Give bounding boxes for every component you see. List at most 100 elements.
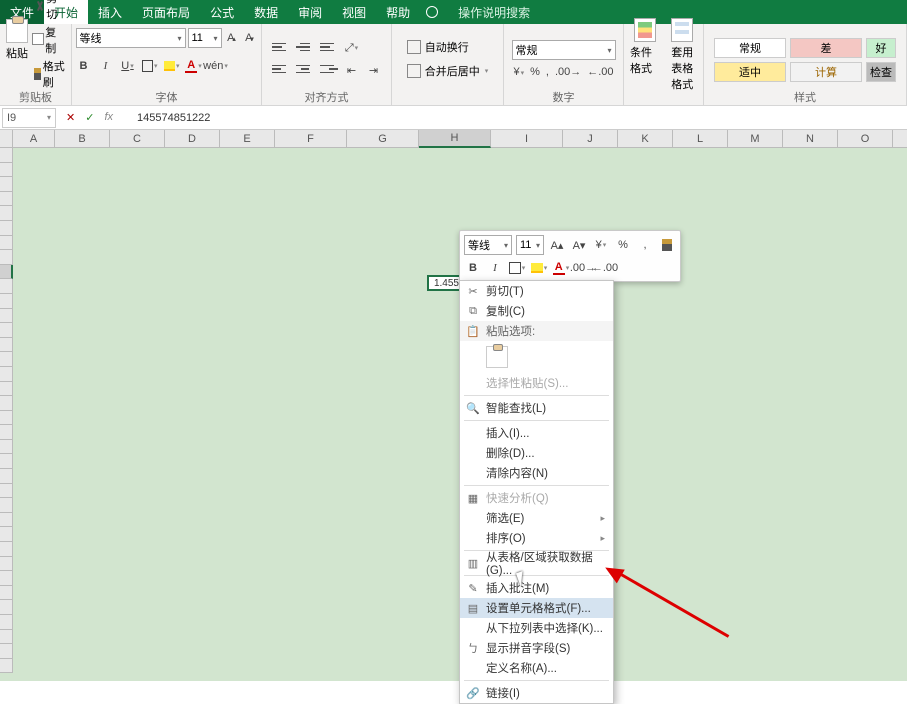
ctx-insert[interactable]: 插入(I)... xyxy=(460,423,613,443)
align-right-button[interactable] xyxy=(320,62,338,76)
mini-dec-decimal[interactable]: ←.00 xyxy=(596,259,614,277)
select-all-corner[interactable] xyxy=(0,130,13,148)
row-header-31[interactable] xyxy=(0,586,13,601)
column-header-J[interactable]: J xyxy=(563,130,618,148)
ctx-sort[interactable]: 排序(O) xyxy=(460,528,613,548)
row-header-5[interactable] xyxy=(0,206,13,221)
mini-percent[interactable]: % xyxy=(614,236,632,254)
cancel-icon[interactable]: ✕ xyxy=(66,111,75,124)
ctx-define-name[interactable]: 定义名称(A)... xyxy=(460,658,613,678)
ctx-delete[interactable]: 删除(D)... xyxy=(460,443,613,463)
ctx-smart-lookup[interactable]: 🔍智能查找(L) xyxy=(460,398,613,418)
mini-format-painter[interactable] xyxy=(658,236,676,254)
row-header-17[interactable] xyxy=(0,382,13,397)
fill-color-button[interactable]: ▾ xyxy=(164,58,180,74)
row-header-29[interactable] xyxy=(0,557,13,572)
table-format-button[interactable]: 套用 表格格式 xyxy=(668,18,698,92)
phonetic-button[interactable]: wén▾ xyxy=(208,58,224,74)
ctx-get-data[interactable]: ▥从表格/区域获取数据(G)... xyxy=(460,553,613,573)
tab-page-layout[interactable]: 页面布局 xyxy=(132,0,200,24)
row-header-8[interactable] xyxy=(0,250,13,265)
name-box[interactable]: I9▾ xyxy=(2,108,56,128)
bold-button[interactable]: B xyxy=(76,58,92,74)
align-bottom-button[interactable] xyxy=(320,40,338,54)
mini-comma[interactable]: , xyxy=(636,236,654,254)
paste-button[interactable]: 粘贴 xyxy=(6,19,28,61)
mini-italic[interactable]: I xyxy=(486,259,504,277)
style-calculation[interactable]: 计算 xyxy=(790,62,862,82)
ctx-cut[interactable]: ✂剪切(T) xyxy=(460,281,613,301)
column-header-H[interactable]: H xyxy=(419,130,491,148)
align-middle-button[interactable] xyxy=(296,40,314,54)
row-header-2[interactable] xyxy=(0,163,13,178)
column-header-F[interactable]: F xyxy=(275,130,347,148)
row-header-4[interactable] xyxy=(0,192,13,207)
row-header-12[interactable] xyxy=(0,309,13,324)
mini-border[interactable]: ▾ xyxy=(508,259,526,277)
column-header-C[interactable]: C xyxy=(110,130,165,148)
tab-help[interactable]: 帮助 xyxy=(376,0,420,24)
column-header-O[interactable]: O xyxy=(838,130,893,148)
ctx-pick-from-list[interactable]: 从下拉列表中选择(K)... xyxy=(460,618,613,638)
row-header-32[interactable] xyxy=(0,600,13,615)
fx-icon[interactable]: fx xyxy=(104,111,113,124)
indent-inc-button[interactable]: ⇥ xyxy=(366,62,382,78)
conditional-format-button[interactable]: 条件格式 xyxy=(630,18,660,92)
mini-font-color[interactable]: A▾ xyxy=(552,259,570,277)
row-header-14[interactable] xyxy=(0,338,13,353)
decrease-decimal-button[interactable]: ←.00 xyxy=(587,66,613,78)
row-header-30[interactable] xyxy=(0,571,13,586)
row-header-3[interactable] xyxy=(0,177,13,192)
row-header-34[interactable] xyxy=(0,630,13,645)
style-bad[interactable]: 差 xyxy=(790,38,862,58)
tab-view[interactable]: 视图 xyxy=(332,0,376,24)
ctx-filter[interactable]: 筛选(E) xyxy=(460,508,613,528)
comma-button[interactable]: , xyxy=(546,66,549,78)
ctx-format-cells[interactable]: ▤设置单元格格式(F)... xyxy=(460,598,613,618)
column-header-D[interactable]: D xyxy=(165,130,220,148)
style-normal[interactable]: 常规 xyxy=(714,38,786,58)
indent-dec-button[interactable]: ⇤ xyxy=(344,62,360,78)
row-header-6[interactable] xyxy=(0,221,13,236)
row-header-7[interactable] xyxy=(0,236,13,251)
column-header-I[interactable]: I xyxy=(491,130,563,148)
mini-bold[interactable]: B xyxy=(464,259,482,277)
tab-data[interactable]: 数据 xyxy=(244,0,288,24)
mini-font-combo[interactable]: 等线▾ xyxy=(464,235,512,255)
number-format-combo[interactable]: 常规▾ xyxy=(512,40,616,60)
column-header-M[interactable]: M xyxy=(728,130,783,148)
ctx-paste-default[interactable] xyxy=(486,346,508,368)
ctx-link[interactable]: 🔗链接(I) xyxy=(460,683,613,703)
increase-decimal-button[interactable]: .00→ xyxy=(555,66,581,78)
row-header-18[interactable] xyxy=(0,396,13,411)
column-header-N[interactable]: N xyxy=(783,130,838,148)
row-header-20[interactable] xyxy=(0,425,13,440)
ctx-show-phonetic[interactable]: ㄅ显示拼音字段(S) xyxy=(460,638,613,658)
column-header-B[interactable]: B xyxy=(55,130,110,148)
row-header-21[interactable] xyxy=(0,440,13,455)
cut-button[interactable]: 剪切 xyxy=(34,0,65,22)
column-header-G[interactable]: G xyxy=(347,130,419,148)
align-left-button[interactable] xyxy=(272,62,290,76)
style-good[interactable]: 好 xyxy=(866,38,896,58)
italic-button[interactable]: I xyxy=(98,58,114,74)
column-header-P[interactable]: P xyxy=(893,130,907,148)
tab-review[interactable]: 审阅 xyxy=(288,0,332,24)
tab-formulas[interactable]: 公式 xyxy=(200,0,244,24)
formula-input[interactable]: 145574851222 xyxy=(137,112,210,124)
align-top-button[interactable] xyxy=(272,40,290,54)
column-header-A[interactable]: A xyxy=(13,130,55,148)
orientation-button[interactable]: ⤢▾ xyxy=(344,40,360,56)
row-header-19[interactable] xyxy=(0,411,13,426)
enter-icon[interactable]: ✓ xyxy=(85,111,94,124)
row-header-33[interactable] xyxy=(0,615,13,630)
mini-fill-color[interactable]: ▾ xyxy=(530,259,548,277)
row-header-13[interactable] xyxy=(0,323,13,338)
font-size-combo[interactable]: 11▾ xyxy=(188,28,222,48)
mini-shrink-font[interactable]: A▾ xyxy=(570,236,588,254)
percent-button[interactable]: % xyxy=(530,66,540,78)
row-header-27[interactable] xyxy=(0,527,13,542)
row-header-16[interactable] xyxy=(0,367,13,382)
row-header-23[interactable] xyxy=(0,469,13,484)
align-center-button[interactable] xyxy=(296,62,314,76)
